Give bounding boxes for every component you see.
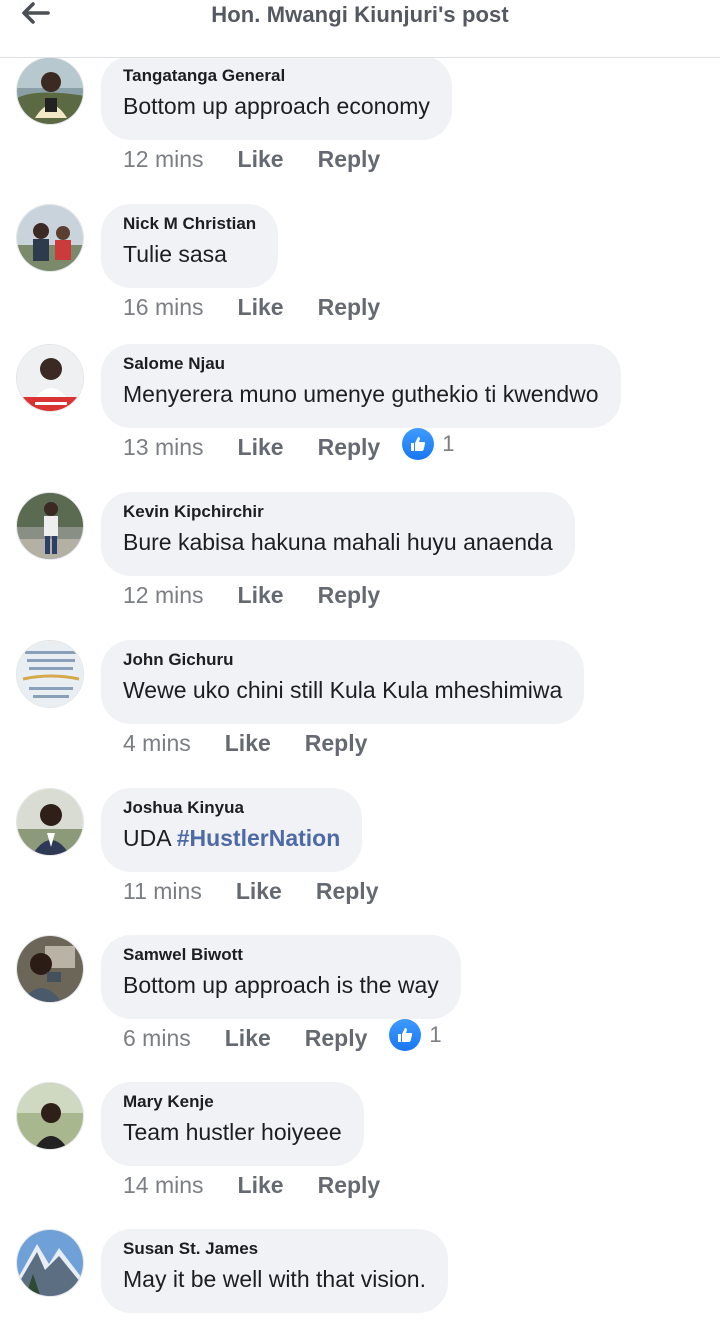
avatar[interactable]: [16, 788, 84, 856]
comment-time: 12 mins: [123, 581, 204, 608]
comment-text: Team hustler hoiyeee: [123, 1119, 342, 1145]
comment-author[interactable]: John Gichuru: [123, 640, 562, 670]
avatar[interactable]: [16, 640, 84, 708]
comment-actions: 12 mins Like Reply: [123, 144, 380, 174]
comment-text: UDA #HustlerNation: [123, 824, 340, 852]
avatar[interactable]: [16, 1229, 84, 1297]
avatar[interactable]: [16, 1082, 84, 1150]
avatar[interactable]: [16, 57, 84, 125]
reaction-count: 1: [442, 431, 455, 456]
comment-actions: 14 mins Like Reply: [123, 1170, 380, 1200]
like-reaction-icon: [389, 1019, 422, 1051]
comment: Joshua Kinyua UDA #HustlerNation 11 mins…: [0, 788, 720, 936]
comment-author[interactable]: Samwel Biwott: [123, 935, 439, 965]
like-button[interactable]: Like: [236, 878, 282, 905]
comment-text: May it be well with that vision.: [123, 1266, 426, 1292]
like-button[interactable]: Like: [225, 1025, 271, 1052]
hashtag-link[interactable]: #HustlerNation: [177, 825, 341, 851]
comment-bubble: Salome Njau Menyerera muno umenye guthek…: [101, 344, 621, 428]
comment-author[interactable]: Joshua Kinyua: [123, 788, 340, 818]
reaction-summary[interactable]: 1: [389, 1019, 442, 1051]
comment-time: 11 mins: [123, 877, 202, 904]
like-button[interactable]: Like: [238, 434, 284, 461]
avatar[interactable]: [16, 492, 84, 560]
comment-text: Tulie sasa: [123, 241, 227, 267]
comment-actions: 13 mins Like Reply 1: [123, 428, 454, 462]
comment-author[interactable]: Susan St. James: [123, 1229, 426, 1259]
like-reaction-icon: [402, 428, 435, 460]
comment-bubble: Samwel Biwott Bottom up approach is the …: [101, 935, 461, 1019]
comment-bubble: Mary Kenje Team hustler hoiyeee: [101, 1082, 364, 1166]
avatar[interactable]: [16, 204, 84, 272]
reply-button[interactable]: Reply: [318, 1172, 381, 1199]
page-title: Hon. Mwangi Kiunjuri's post: [211, 2, 509, 27]
comment-bubble: Kevin Kipchirchir Bure kabisa hakuna mah…: [101, 492, 575, 576]
reply-button[interactable]: Reply: [318, 294, 381, 321]
like-button[interactable]: Like: [238, 146, 284, 173]
comment-bubble: Tangatanga General Bottom up approach ec…: [101, 56, 452, 140]
comment: Tangatanga General Bottom up approach ec…: [0, 56, 720, 204]
like-button[interactable]: Like: [238, 294, 284, 321]
like-button[interactable]: Like: [238, 582, 284, 609]
comment-time: 14 mins: [123, 1171, 204, 1198]
comment-actions: 11 mins Like Reply: [123, 876, 379, 906]
comment-author[interactable]: Kevin Kipchirchir: [123, 492, 553, 522]
avatar[interactable]: [16, 344, 84, 412]
comment: Samwel Biwott Bottom up approach is the …: [0, 935, 720, 1083]
comment-bubble: Susan St. James May it be well with that…: [101, 1229, 448, 1313]
reply-button[interactable]: Reply: [318, 434, 381, 461]
comment-text-prefix: UDA: [123, 825, 177, 851]
comment-time: 12 mins: [123, 145, 204, 172]
reaction-count: 1: [429, 1022, 442, 1047]
comment-bubble: Nick M Christian Tulie sasa: [101, 204, 279, 288]
comment-actions: 16 mins Like Reply: [123, 292, 380, 322]
comment-text: Menyerera muno umenye guthekio ti kwendw…: [123, 381, 599, 407]
comment: John Gichuru Wewe uko chini still Kula K…: [0, 640, 720, 788]
comment: Salome Njau Menyerera muno umenye guthek…: [0, 344, 720, 492]
avatar[interactable]: [16, 935, 84, 1003]
comment-list: Tangatanga General Bottom up approach ec…: [0, 56, 720, 1325]
comment-actions: 6 mins Like Reply 1: [123, 1019, 442, 1053]
comment: Nick M Christian Tulie sasa 16 mins Like…: [0, 204, 720, 352]
like-button[interactable]: Like: [225, 730, 271, 757]
reply-button[interactable]: Reply: [305, 1025, 368, 1052]
comment-author[interactable]: Tangatanga General: [123, 56, 430, 86]
reply-button[interactable]: Reply: [318, 582, 381, 609]
comment-author[interactable]: Salome Njau: [123, 344, 599, 374]
comment: Kevin Kipchirchir Bure kabisa hakuna mah…: [0, 492, 720, 640]
comment-author[interactable]: Mary Kenje: [123, 1082, 342, 1112]
comment-author[interactable]: Nick M Christian: [123, 204, 256, 234]
comment-time: 6 mins: [123, 1024, 191, 1051]
comment-bubble: John Gichuru Wewe uko chini still Kula K…: [101, 640, 585, 724]
comment: Susan St. James May it be well with that…: [0, 1229, 720, 1325]
top-bar: Hon. Mwangi Kiunjuri's post: [0, 0, 720, 58]
reaction-summary[interactable]: 1: [402, 428, 454, 460]
comment: Mary Kenje Team hustler hoiyeee 14 mins …: [0, 1082, 720, 1230]
comment-actions: 4 mins Like Reply: [123, 728, 367, 758]
comment-text: Bottom up approach is the way: [123, 972, 439, 998]
like-button[interactable]: Like: [238, 1172, 284, 1199]
comment-bubble: Joshua Kinyua UDA #HustlerNation: [101, 788, 363, 872]
comment-text: Bure kabisa hakuna mahali huyu anaenda: [123, 529, 553, 555]
comment-actions: 12 mins Like Reply: [123, 580, 380, 610]
reply-button[interactable]: Reply: [318, 146, 381, 173]
comment-time: 13 mins: [123, 433, 204, 460]
comment-time: 4 mins: [123, 729, 191, 756]
comment-time: 16 mins: [123, 293, 204, 320]
comment-text: Wewe uko chini still Kula Kula mheshimiw…: [123, 677, 563, 703]
reply-button[interactable]: Reply: [305, 730, 368, 757]
reply-button[interactable]: Reply: [316, 878, 379, 905]
comment-text: Bottom up approach economy: [123, 93, 430, 119]
